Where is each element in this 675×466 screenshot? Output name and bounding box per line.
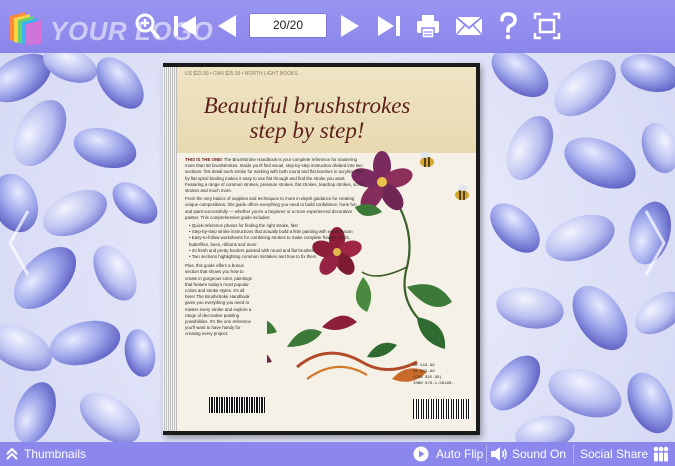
zoom-in-button[interactable] — [133, 10, 161, 42]
next-page-side-arrow[interactable] — [640, 203, 670, 283]
previous-page-icon — [218, 15, 236, 37]
people-icon — [653, 446, 669, 462]
social-share-label: Social Share — [580, 447, 649, 461]
next-page-icon — [341, 15, 359, 37]
barcode-left — [209, 397, 265, 413]
next-page-button[interactable] — [338, 10, 362, 42]
print-button[interactable] — [414, 10, 442, 42]
logo: YOUR LOGO — [2, 6, 213, 48]
email-button[interactable] — [454, 10, 484, 42]
last-page-icon — [378, 16, 400, 36]
previous-page-button[interactable] — [214, 10, 238, 42]
last-page-button[interactable] — [376, 10, 402, 42]
book-page[interactable]: US $22.99 • CAN $25.99 • NORTH LIGHT BOO… — [163, 63, 480, 435]
zoom-in-icon — [135, 13, 160, 39]
sound-toggle-button[interactable]: Sound On — [490, 442, 570, 466]
email-icon — [455, 16, 483, 36]
bottom-bar: Thumbnails Auto Flip Sound On Social Sha… — [0, 442, 675, 466]
divider — [486, 445, 487, 463]
chevron-left-icon — [8, 210, 30, 276]
top-toolbar: YOUR LOGO 20/20 — [0, 0, 675, 53]
list-item: • Easy-to-follow worksheets for combinin… — [189, 235, 350, 247]
play-icon — [413, 446, 429, 462]
divider — [573, 445, 574, 463]
help-icon — [500, 12, 517, 40]
double-chevron-up-icon — [6, 447, 18, 460]
first-page-button[interactable] — [172, 10, 198, 42]
print-icon — [417, 15, 439, 39]
help-button[interactable] — [497, 10, 519, 42]
chevron-right-icon — [644, 210, 666, 276]
book-back-cover: US $22.99 • CAN $25.99 • NORTH LIGHT BOO… — [177, 67, 476, 431]
flipbook-stage: US $22.99 • CAN $25.99 • NORTH LIGHT BOO… — [0, 53, 675, 442]
cover-price-block: UK £16.99 US $22.99 (CAN $25.99) ISBN 97… — [413, 364, 454, 386]
cover-bullet-list: • Quick-reference photos for finding the… — [185, 223, 365, 260]
auto-flip-label: Auto Flip — [436, 447, 484, 461]
speaker-icon — [491, 447, 507, 461]
sound-label: Sound On — [512, 447, 567, 461]
thumbnails-label: Thumbnails — [24, 447, 87, 461]
social-share-button[interactable]: Social Share — [580, 442, 672, 466]
list-item: • Two sections highlighting common mista… — [189, 254, 317, 260]
cover-description: THIS IS THE ONE! The Brushstroke Handboo… — [185, 157, 365, 337]
first-page-icon — [174, 16, 196, 36]
prev-page-side-arrow[interactable] — [4, 203, 34, 283]
cover-topline: US $22.99 • CAN $25.99 • NORTH LIGHT BOO… — [185, 71, 298, 77]
fullscreen-button[interactable] — [533, 10, 561, 42]
barcode-isbn — [413, 399, 471, 419]
page-number-input[interactable]: 20/20 — [249, 13, 327, 38]
auto-flip-button[interactable]: Auto Flip — [413, 442, 485, 466]
fullscreen-icon — [533, 12, 561, 40]
logo-mark-icon — [10, 12, 42, 45]
book-page-edges — [163, 67, 177, 431]
